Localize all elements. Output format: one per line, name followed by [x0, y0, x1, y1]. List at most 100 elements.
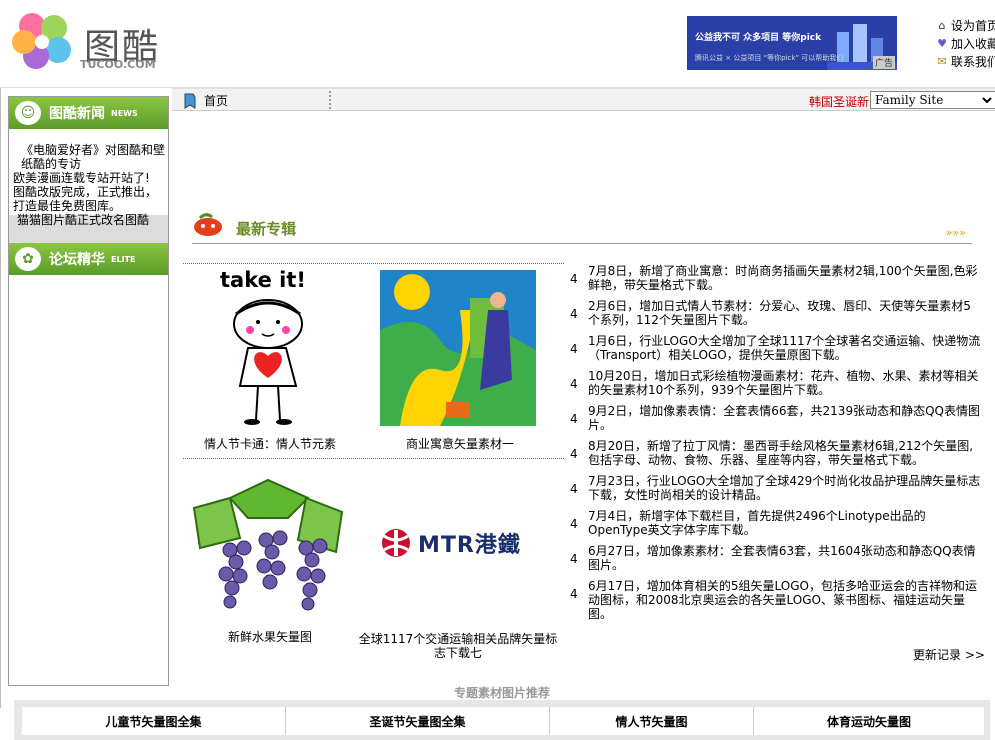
more-arrows[interactable]: »»»	[946, 226, 966, 239]
bullet-number: 4	[570, 482, 578, 496]
bullet-number: 4	[570, 377, 578, 391]
news-list: 《电脑爱好者》对图酷和壁纸酷的专访 欧美漫画连载专站开站了! 图酷改版完成，正式…	[9, 129, 168, 227]
bullet-number: 4	[570, 412, 578, 426]
family-site-select[interactable]: Family Site	[870, 91, 995, 109]
bulb-icon: ✿	[15, 247, 41, 271]
recommend-cell[interactable]: 体育运动矢量图	[754, 707, 984, 735]
girl-with-heart-icon	[233, 299, 303, 425]
grapes-icon	[192, 478, 344, 611]
update-text: 6月27日，增加像素素材：全套表情63套，共1604张动态和静态QQ表情图片。	[588, 544, 976, 572]
latest-albums-header: 最新专辑 »»»	[192, 210, 972, 244]
update-history-link[interactable]: 更新记录 >>	[913, 646, 985, 663]
business-metaphor-thumb[interactable]	[380, 270, 536, 426]
news-header: ☺ 图酷新闻 NEWS	[9, 97, 168, 129]
sidebar: ☺ 图酷新闻 NEWS 《电脑爱好者》对图酷和壁纸酷的专访 欧美漫画连载专站开站…	[8, 96, 169, 686]
news-item[interactable]: 《电脑爱好者》对图酷和壁纸酷的专访	[13, 143, 166, 171]
update-item[interactable]: 4 6月17日，增加体育相关的5组矢量LOGO，包括多哈亚运会的吉祥物和运动图标，…	[570, 579, 982, 621]
bullet-number: 4	[570, 587, 578, 601]
forum-title: 论坛精华	[49, 252, 105, 268]
recommend-cell[interactable]: 儿童节矢量图全集	[22, 707, 286, 735]
transport-logo-thumb[interactable]: MTR港鐵	[378, 520, 544, 566]
forum-header: ✿ 论坛精华 ELITE	[9, 243, 168, 275]
heart-icon: ♥	[937, 36, 947, 50]
update-text: 7月23日，行业LOGO大全增加了全球429个时尚化妆品护理品牌矢量标志下载，女…	[588, 474, 981, 502]
ad-banner[interactable]: 公益我不可 众多项目 等你pick 腾讯公益 × 公益项目 “等你pick” 可…	[687, 16, 897, 70]
item-caption[interactable]: 新鲜水果矢量图	[190, 630, 350, 644]
valentine-cartoon-thumb[interactable]: take it!	[200, 266, 340, 426]
penguin-icon: ☺	[15, 101, 41, 125]
recommend-box: 儿童节矢量图全集 圣诞节矢量图全集 情人节矢量图 体育运动矢量图	[14, 700, 990, 740]
update-item[interactable]: 4 2月6日，增加日式情人节素材：分爱心、玫瑰、唇印、天使等矢量素材5个系列，11…	[570, 299, 982, 327]
thumb-text: MTR港鐵	[418, 533, 521, 558]
bullet-number: 4	[570, 272, 578, 286]
update-text: 7月8日，新增了商业寓意：时尚商务插画矢量素材2辑,100个矢量图,色彩鲜艳，带…	[588, 264, 978, 292]
bullet-number: 4	[570, 447, 578, 461]
bullet-number: 4	[570, 517, 578, 531]
fresh-fruit-thumb[interactable]	[190, 478, 346, 620]
nav-home-label: 首页	[204, 94, 229, 108]
site-header: 图酷 TUCOO.COM 公益我不可 众多项目 等你pick 腾讯公益 × 公益…	[0, 0, 995, 88]
news-badge: NEWS	[111, 108, 138, 118]
updates-list: 4 7月8日，新增了商业寓意：时尚商务插画矢量素材2辑,100个矢量图,色彩鲜艳，…	[570, 264, 982, 628]
page-left-border	[0, 88, 5, 708]
forum-badge: ELITE	[111, 254, 136, 264]
bookmark-icon	[184, 93, 196, 109]
ad-subline: 腾讯公益 × 公益项目 “等你pick” 可以帮助我们	[695, 54, 844, 62]
home-icon: ⌂	[938, 18, 946, 32]
update-text: 6月17日，增加体育相关的5组矢量LOGO，包括多哈亚运会的吉祥物和运动图标，和…	[588, 579, 977, 621]
section-title: 最新专辑	[236, 220, 297, 238]
update-text: 1月6日，行业LOGO大全增加了全球1117个全球著名交通运输、快递物流（Tra…	[588, 334, 981, 362]
update-text: 8月20日，新增了拉丁风情：墨西哥手绘风格矢量素材6辑,212个矢量图,包括字母…	[588, 439, 974, 467]
recommend-table: 儿童节矢量图全集 圣诞节矢量图全集 情人节矢量图 体育运动矢量图	[22, 707, 984, 735]
grid-divider	[183, 458, 564, 459]
bullet-number: 4	[570, 342, 578, 356]
ad-headline: 公益我不可 众多项目 等你pick	[695, 33, 822, 43]
news-title: 图酷新闻	[49, 106, 105, 122]
news-item[interactable]: 猫猫图片酷正式改名图酷	[13, 213, 166, 227]
item-caption[interactable]: 情人节卡通：情人节元素	[190, 437, 350, 451]
update-item[interactable]: 4 9月2日，增加像素表情：全套表情66套，共2139张动态和静态QQ表情图片。	[570, 404, 982, 432]
update-text: 10月20日，增加日式彩绘植物漫画素材：花卉、植物、水果、素材等相关的矢量素材1…	[588, 369, 979, 397]
forum-list	[9, 275, 168, 685]
update-text: 7月4日，新增字体下载栏目，首先提供2496个Linotype出品的OpenTy…	[588, 509, 926, 537]
thumb-text: take it!	[220, 268, 306, 292]
update-text: 2月6日，增加日式情人节素材：分爱心、玫瑰、唇印、天使等矢量素材5个系列，112…	[588, 299, 971, 327]
grid-divider	[183, 263, 564, 264]
set-homepage-link[interactable]: ⌂ 设为首页	[936, 16, 995, 34]
update-item[interactable]: 4 7月4日，新增字体下载栏目，首先提供2496个Linotype出品的OpenT…	[570, 509, 982, 537]
site-logo[interactable]: 图酷 TUCOO.COM	[10, 10, 180, 76]
update-item[interactable]: 4 10月20日，增加日式彩绘植物漫画素材：花卉、植物、水果、素材等相关的矢量素材…	[570, 369, 982, 397]
contact-us-link[interactable]: ✉ 联系我们	[936, 52, 995, 70]
business-puzzle-icon	[380, 274, 536, 426]
recommend-cell[interactable]: 情人节矢量图	[550, 707, 754, 735]
mtr-logo-icon	[382, 529, 410, 557]
item-caption[interactable]: 商业寓意矢量素材一	[380, 437, 540, 451]
update-item[interactable]: 4 8月20日，新增了拉丁风情：墨西哥手绘风格矢量素材6辑,212个矢量图,包括字…	[570, 439, 982, 467]
nav-divider	[329, 91, 331, 109]
ad-badge: 广告	[872, 56, 895, 69]
update-item[interactable]: 4 6月27日，增加像素素材：全套表情63套，共1604张动态和静态QQ表情图片。	[570, 544, 982, 572]
update-item[interactable]: 4 7月23日，行业LOGO大全增加了全球429个时尚化妆品护理品牌矢量标志下载，…	[570, 474, 982, 502]
news-item[interactable]: 图酷改版完成，正式推出，打造最佳免费图库。	[13, 185, 166, 213]
update-text: 9月2日，增加像素表情：全套表情66套，共2139张动态和静态QQ表情图片。	[588, 404, 980, 432]
recommend-title: 专题素材图片推荐	[454, 686, 551, 700]
mail-icon: ✉	[937, 54, 947, 68]
bullet-number: 4	[570, 307, 578, 321]
nav-bar: 首页 韩国圣诞新 Family Site	[172, 88, 995, 111]
news-item[interactable]: 欧美漫画连载专站开站了!	[13, 171, 166, 185]
update-item[interactable]: 4 7月8日，新增了商业寓意：时尚商务插画矢量素材2辑,100个矢量图,色彩鲜艳，…	[570, 264, 982, 292]
recommend-cell[interactable]: 圣诞节矢量图全集	[286, 707, 550, 735]
nav-home-link[interactable]: 首页	[182, 92, 228, 109]
add-favorite-link[interactable]: ♥ 加入收藏	[936, 34, 995, 52]
flower-logo-icon	[12, 13, 71, 69]
logo-domain: TUCOO.COM	[80, 58, 156, 71]
bullet-number: 4	[570, 552, 578, 566]
top-links: ⌂ 设为首页 ♥ 加入收藏 ✉ 联系我们	[936, 16, 995, 70]
contact-us-label: 联系我们	[951, 54, 995, 69]
item-caption[interactable]: 全球1117个交通运输相关品牌矢量标志下载七	[358, 632, 558, 660]
add-favorite-label: 加入收藏	[951, 36, 995, 51]
set-homepage-label: 设为首页	[951, 18, 995, 33]
chili-icon	[194, 213, 222, 236]
korean-christmas-link[interactable]: 韩国圣诞新	[809, 93, 869, 110]
update-item[interactable]: 4 1月6日，行业LOGO大全增加了全球1117个全球著名交通运输、快递物流（Tr…	[570, 334, 982, 362]
